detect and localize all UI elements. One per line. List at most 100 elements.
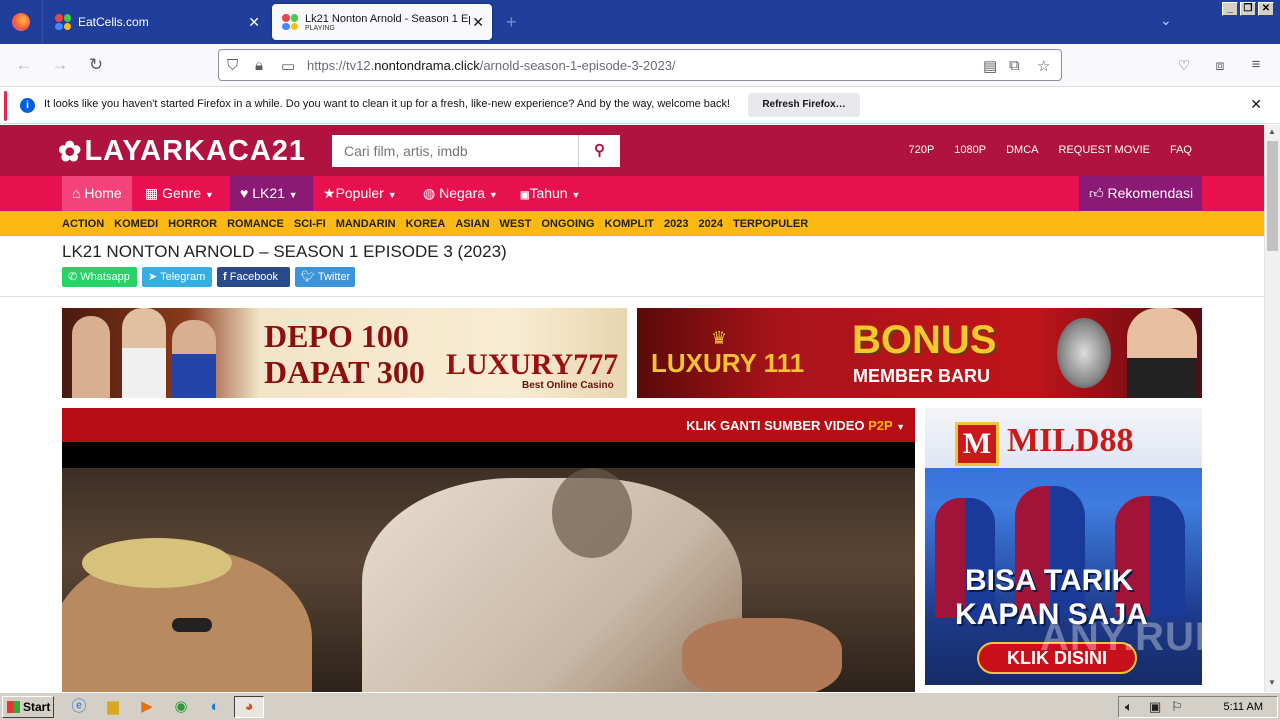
category-sci-fi[interactable]: SCI-FI (294, 218, 326, 230)
close-icon[interactable]: ✕ (248, 14, 260, 31)
list-tabs-chevron-icon[interactable]: ⌄ (1160, 12, 1172, 29)
close-icon[interactable]: ✕ (472, 14, 484, 31)
firefox-taskbar-icon[interactable]: ◕ (234, 696, 264, 718)
minimize-icon[interactable]: _ (1222, 2, 1238, 16)
share-telegram-button[interactable]: ➤ Telegram (142, 267, 212, 287)
nav-genre[interactable]: ▦ Genre ▼ (135, 176, 224, 211)
reader-view-icon[interactable]: ▤ (983, 57, 997, 75)
firefox-icon[interactable] (12, 13, 30, 31)
link-faq[interactable]: FAQ (1170, 144, 1192, 156)
category-romance[interactable]: ROMANCE (227, 218, 284, 230)
forward-arrow-icon[interactable]: → (48, 54, 72, 76)
video-player[interactable] (62, 442, 915, 692)
clock: 5:11 AM (1223, 701, 1263, 713)
nav-rekomendasi[interactable]: 👍︎ Rekomendasi (1079, 176, 1202, 211)
media-player-icon[interactable]: ▶ (136, 697, 158, 717)
telegram-icon: ➤ (148, 271, 158, 283)
share-twitter-button[interactable]: 🐦︎ Twitter (295, 267, 355, 287)
category-west[interactable]: WEST (500, 218, 532, 230)
category-mandarin[interactable]: MANDARIN (336, 218, 396, 230)
category-action[interactable]: ACTION (62, 218, 104, 230)
tab-title: EatCells.com (78, 15, 149, 29)
category-korea[interactable]: KOREA (406, 218, 446, 230)
back-arrow-icon[interactable]: ← (12, 54, 36, 76)
eatcells-favicon-icon (55, 14, 71, 30)
restore-icon[interactable]: ❐ (1240, 2, 1256, 16)
lock-icon[interactable]: 🔒︎ (255, 57, 263, 74)
extensions-icon[interactable]: ⧈ (1208, 54, 1232, 76)
crown-icon: ♛ (711, 328, 728, 348)
whatsapp-icon: ✆ (68, 271, 78, 283)
nav-negara[interactable]: ◍ Negara ▼ (413, 176, 508, 211)
permissions-icon[interactable]: ▭ (281, 57, 295, 75)
video-source-selector[interactable]: KLIK GANTI SUMBER VIDEO P2P ▼ (686, 418, 905, 433)
roulette-image (1057, 318, 1111, 388)
close-icon[interactable]: ✕ (1250, 96, 1262, 113)
website: ✿LAYARKACA21 ⚲ 720P 1080P DMCA REQUEST M… (0, 125, 1264, 692)
ie-icon[interactable]: ⓔ (68, 697, 90, 717)
heart-icon: ♥ (240, 185, 249, 201)
page-scrollbar[interactable]: ▲ ▼ (1264, 125, 1280, 692)
start-label: Start (23, 700, 51, 714)
url-text[interactable]: https://tv12.nontondrama.click/arnold-se… (307, 58, 676, 73)
link-dmca[interactable]: DMCA (1006, 144, 1038, 156)
folder-icon[interactable]: ▆ (102, 697, 124, 717)
flag-icon[interactable]: ⚐ (1171, 699, 1183, 715)
network-icon[interactable]: ▣ (1149, 699, 1161, 715)
film-icon: ▦ (145, 185, 159, 201)
notification-bar: i It looks like you haven't started Fire… (0, 86, 1280, 124)
search-icon[interactable]: ⚲ (578, 135, 620, 167)
nav-lk21[interactable]: ♥ LK21 ▼ (230, 176, 313, 211)
ad-banner-luxury777[interactable]: DEPO 100 DAPAT 300 LUXURY777 Best Online… (62, 308, 627, 398)
category-2023[interactable]: 2023 (664, 218, 688, 230)
caret-down-icon: ▼ (387, 190, 397, 200)
share-whatsapp-button[interactable]: ✆ Whatsapp (62, 267, 137, 287)
url-bar[interactable]: ⛉ 🔒︎ ▭ https://tv12.nontondrama.click/ar… (218, 49, 1062, 81)
menu-hamburger-icon[interactable]: ≡ (1244, 54, 1268, 76)
banner-tagline: Best Online Casino (522, 380, 614, 391)
tab-lk21[interactable]: Lk21 Nonton Arnold - Season 1 Episode 3 … (272, 4, 492, 40)
category-horror[interactable]: HORROR (168, 218, 217, 230)
chrome-icon[interactable]: ◉ (170, 697, 192, 717)
facebook-icon: f (223, 271, 227, 283)
nav-label: LK21 (252, 185, 285, 201)
category-2024[interactable]: 2024 (698, 218, 722, 230)
link-request-movie[interactable]: REQUEST MOVIE (1059, 144, 1150, 156)
video-source-header[interactable]: KLIK GANTI SUMBER VIDEO P2P ▼ (62, 408, 915, 442)
page-title: LK21 NONTON ARNOLD – SEASON 1 EPISODE 3 … (62, 242, 507, 261)
reload-icon[interactable]: ↻ (84, 54, 108, 76)
bookmark-star-icon[interactable]: ☆ (1037, 57, 1050, 75)
site-logo[interactable]: ✿ LAYARKACA21 (58, 135, 306, 168)
new-tab-plus-icon[interactable]: + (506, 12, 517, 33)
notification-accent (4, 91, 7, 121)
ad-banner-luxury111[interactable]: ♛ LUXURY 111 BONUS MEMBER BARU (637, 308, 1202, 398)
pocket-icon[interactable]: ♡ (1172, 54, 1196, 76)
nav-home[interactable]: ⌂ Home (62, 176, 132, 211)
start-button[interactable]: Start (2, 696, 54, 718)
scroll-up-icon[interactable]: ▲ (1268, 127, 1276, 136)
pip-icon[interactable]: ⧉ (1009, 57, 1020, 74)
category-ongoing[interactable]: ONGOING (541, 218, 594, 230)
category-asian[interactable]: ASIAN (455, 218, 489, 230)
tab-eatcells[interactable]: EatCells.com ✕ (42, 0, 270, 44)
category-terpopuler[interactable]: TERPOPULER (733, 218, 808, 230)
edge-icon[interactable]: ◐ (204, 697, 226, 717)
nav-populer[interactable]: ★Populer ▼ (313, 176, 407, 211)
nav-tahun[interactable]: ▣Tahun ▼ (510, 176, 590, 211)
share-facebook-button[interactable]: f Facebook (217, 267, 290, 287)
category-komedi[interactable]: KOMEDI (114, 218, 158, 230)
scroll-down-icon[interactable]: ▼ (1268, 678, 1276, 687)
link-1080p[interactable]: 1080P (954, 144, 986, 156)
nav-label: Negara (439, 185, 486, 201)
window-close-icon[interactable]: ✕ (1258, 2, 1274, 16)
watermark-text: ANY.RUN (1040, 615, 1225, 659)
search-input[interactable] (332, 135, 578, 167)
volume-icon[interactable]: 🔈︎ (1125, 699, 1133, 715)
link-720p[interactable]: 720P (909, 144, 935, 156)
shield-icon[interactable]: ⛉ (227, 57, 238, 74)
mild88-logo-icon: M (955, 422, 999, 466)
category-komplit[interactable]: KOMPLIT (605, 218, 655, 230)
refresh-firefox-button[interactable]: Refresh Firefox… (748, 93, 860, 117)
share-label: Telegram (160, 271, 206, 283)
scrollbar-thumb[interactable] (1267, 141, 1278, 251)
